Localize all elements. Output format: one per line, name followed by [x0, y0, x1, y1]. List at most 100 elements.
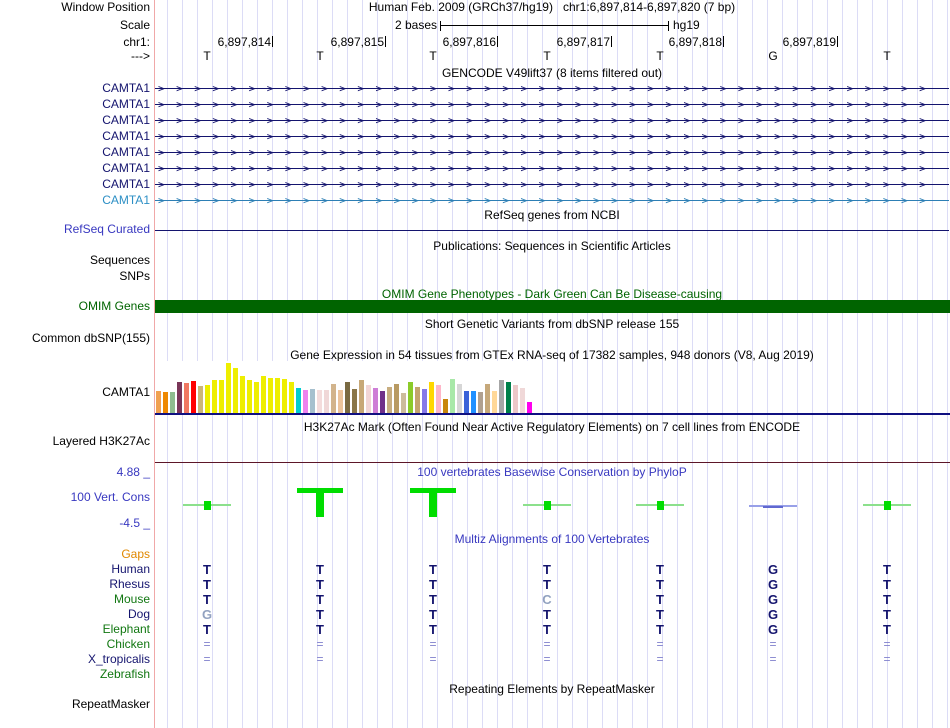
gtex-tissue-bar [429, 382, 434, 413]
gene-row-camta1[interactable]: >>>>>>>>>>>>>>>>>>>>>>>>>>>>>>>>>>>>>>>>… [155, 162, 949, 175]
gene-row-camta1[interactable]: >>>>>>>>>>>>>>>>>>>>>>>>>>>>>>>>>>>>>>>>… [155, 146, 949, 159]
left-label-camta1-4[interactable]: CAMTA1 [0, 130, 150, 143]
left-label-human[interactable]: Human [0, 563, 150, 576]
alignment-base-human: T [656, 562, 664, 577]
scale-value: 2 bases [394, 18, 437, 32]
gene-row-camta1[interactable]: >>>>>>>>>>>>>>>>>>>>>>>>>>>>>>>>>>>>>>>>… [155, 114, 949, 127]
alignment-base-mouse: C [542, 592, 552, 607]
scale-bar [440, 21, 669, 31]
alignment-base-mouse: T [203, 592, 211, 607]
alignment-base-x_tropicalis: = [316, 652, 324, 666]
left-label-layered-h3k27ac[interactable]: Layered H3K27Ac [0, 435, 150, 448]
refseq-curated-track[interactable] [155, 230, 949, 231]
phylop-negative-dip [763, 506, 783, 508]
alignment-base-elephant: T [203, 622, 211, 637]
left-label-sequences[interactable]: Sequences [0, 254, 150, 267]
gtex-tissue-bar [520, 388, 525, 413]
alignment-base-human: G [767, 562, 779, 577]
left-label-camta1-1[interactable]: CAMTA1 [0, 82, 150, 95]
gtex-tissue-bar [401, 393, 406, 413]
alignment-base-rhesus: T [543, 577, 551, 592]
left-label-camta1-6[interactable]: CAMTA1 [0, 162, 150, 175]
gtex-tissue-bar [457, 384, 462, 413]
alignment-base-dog: T [656, 607, 664, 622]
left-label-mouse[interactable]: Mouse [0, 593, 150, 606]
alignment-base-elephant: T [656, 622, 664, 637]
alignment-base-dog: T [316, 607, 324, 622]
left-label-common-dbsnp[interactable]: Common dbSNP(155) [0, 332, 150, 345]
gtex-tissue-bar [513, 385, 518, 413]
alignment-base-x_tropicalis: = [543, 652, 551, 666]
left-label-elephant[interactable]: Elephant [0, 623, 150, 636]
alignment-base-x_tropicalis: = [883, 652, 891, 666]
gtex-tissue-bar [394, 384, 399, 413]
alignment-base-dog: T [429, 607, 437, 622]
gtex-baseline [155, 413, 950, 415]
left-label-chr1: chr1: [123, 35, 150, 49]
phylop-positive-tick [657, 501, 664, 510]
alignment-base-rhesus: T [429, 577, 437, 592]
alignment-base-human: T [543, 562, 551, 577]
alignment-base-dog: G [767, 607, 779, 622]
gtex-tissue-bar [282, 379, 287, 413]
gtex-tissue-bar [261, 376, 266, 413]
gtex-tissue-bar [247, 380, 252, 413]
left-label-omim-genes[interactable]: OMIM Genes [0, 300, 150, 313]
left-label-gtex-gene[interactable]: CAMTA1 [0, 386, 150, 399]
left-label-refseq-curated[interactable]: RefSeq Curated [0, 223, 150, 236]
dbsnp-title: Short Genetic Variants from dbSNP releas… [424, 317, 680, 331]
gtex-tissue-bar [219, 380, 224, 413]
gtex-tissue-bar [198, 386, 203, 413]
alignment-base-chicken: = [543, 637, 551, 651]
h3k27ac-track[interactable] [155, 462, 950, 463]
left-label-camta1-8[interactable]: CAMTA1 [0, 194, 150, 207]
left-label-dog[interactable]: Dog [0, 608, 150, 621]
left-label-camta1-5[interactable]: CAMTA1 [0, 146, 150, 159]
gtex-tissue-bar [296, 388, 301, 413]
left-label-rhesus[interactable]: Rhesus [0, 578, 150, 591]
gene-row-camta1[interactable]: >>>>>>>>>>>>>>>>>>>>>>>>>>>>>>>>>>>>>>>>… [155, 98, 949, 111]
left-label-camta1-7[interactable]: CAMTA1 [0, 178, 150, 191]
window-position-title: Human Feb. 2009 (GRCh37/hg19) chr1:6,897… [155, 1, 949, 14]
gtex-tissue-bar [191, 381, 196, 413]
left-label-snps[interactable]: SNPs [0, 270, 150, 283]
left-label-gaps[interactable]: Gaps [0, 548, 150, 561]
gtex-tissue-bar [317, 390, 322, 413]
omim-genes-track[interactable] [155, 300, 950, 313]
assembly-tag: hg19 [673, 18, 700, 32]
alignment-base-human: T [429, 562, 437, 577]
gtex-tissue-bar [408, 382, 413, 413]
gtex-tissue-bar [170, 392, 175, 413]
alignment-base-x_tropicalis: = [429, 652, 437, 666]
gtex-tissue-bar [506, 382, 511, 413]
alignment-base-mouse: T [883, 592, 891, 607]
gtex-tissue-bar [240, 376, 245, 413]
gene-row-camta1[interactable]: >>>>>>>>>>>>>>>>>>>>>>>>>>>>>>>>>>>>>>>>… [155, 178, 949, 191]
gtex-tissue-bar [289, 382, 294, 413]
gtex-tissue-bar [478, 392, 483, 413]
alignment-base-x_tropicalis: = [203, 652, 211, 666]
gtex-tissue-bar [359, 380, 364, 413]
ruler-base: T [203, 49, 211, 63]
left-label-camta1-2[interactable]: CAMTA1 [0, 98, 150, 111]
gene-row-camta1[interactable]: >>>>>>>>>>>>>>>>>>>>>>>>>>>>>>>>>>>>>>>>… [155, 194, 949, 207]
alignment-base-x_tropicalis: = [769, 652, 777, 666]
left-label-chicken[interactable]: Chicken [0, 638, 150, 651]
alignment-base-chicken: = [316, 637, 324, 651]
gene-row-camta1[interactable]: >>>>>>>>>>>>>>>>>>>>>>>>>>>>>>>>>>>>>>>>… [155, 82, 949, 95]
gtex-tissue-bar [485, 384, 490, 413]
gtex-tissue-bar [310, 389, 315, 413]
multiz-title: Multiz Alignments of 100 Vertebrates [454, 532, 650, 546]
gene-row-camta1[interactable]: >>>>>>>>>>>>>>>>>>>>>>>>>>>>>>>>>>>>>>>>… [155, 130, 949, 143]
gtex-tissue-bar [233, 368, 238, 413]
left-label-camta1-3[interactable]: CAMTA1 [0, 114, 150, 127]
left-label-repeatmasker[interactable]: RepeatMasker [0, 698, 150, 711]
left-label-vert-cons[interactable]: 100 Vert. Cons [0, 491, 150, 504]
gtex-tissue-bar [338, 390, 343, 413]
alignment-base-mouse: G [767, 592, 779, 607]
genome-browser-view: Human Feb. 2009 (GRCh37/hg19) chr1:6,897… [0, 0, 950, 728]
left-label-zebrafish[interactable]: Zebrafish [0, 668, 150, 681]
gtex-tissue-bar [492, 391, 497, 413]
gtex-tissue-bar [254, 382, 259, 413]
left-label-x-tropicalis[interactable]: X_tropicalis [0, 653, 150, 666]
